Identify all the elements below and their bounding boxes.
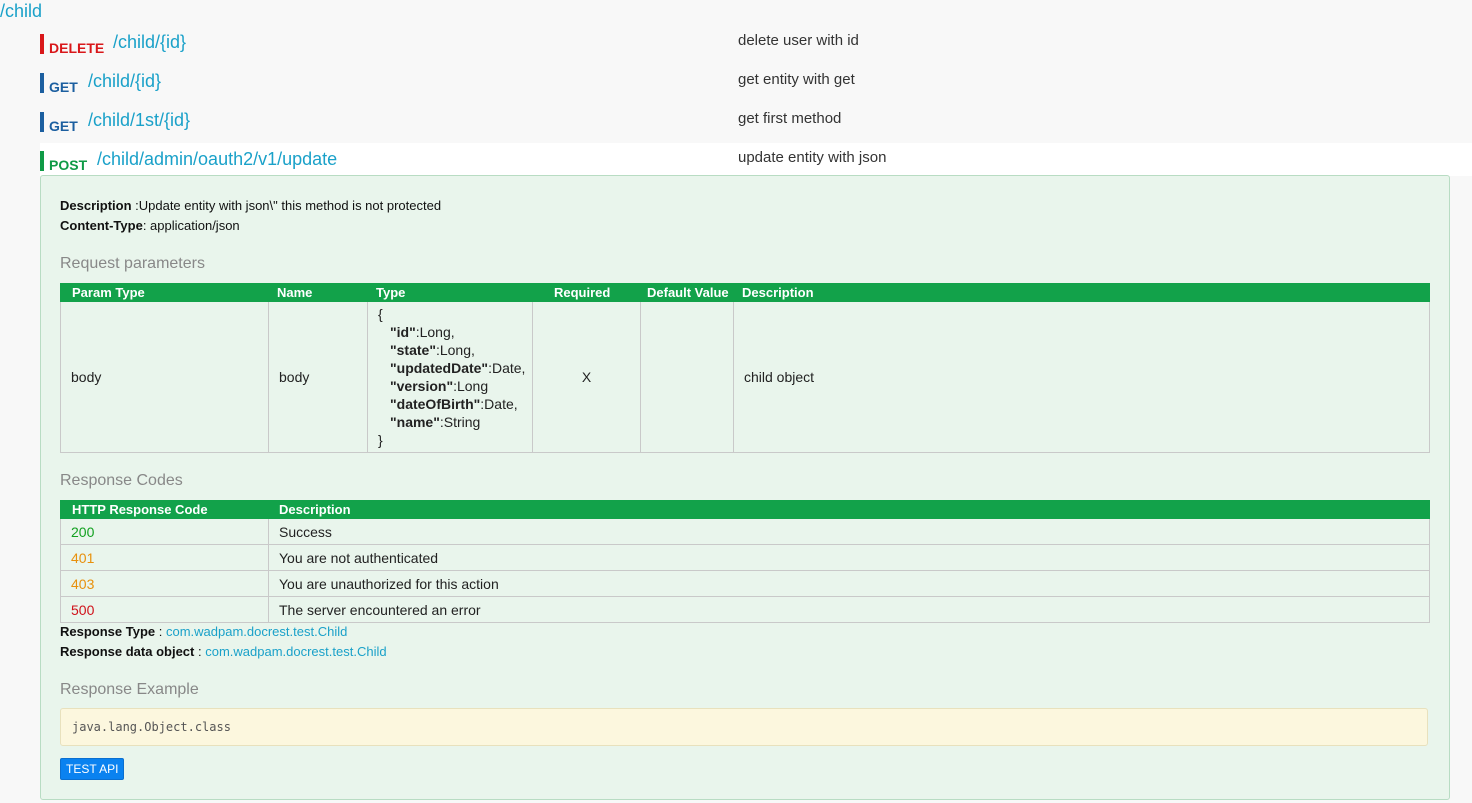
param-type-cell: body [60,301,269,453]
schema-field: "state":Long, [390,342,475,358]
column-header: Description [268,500,1430,519]
response-description: Success [268,518,1430,545]
param-required-cell: X [532,301,641,453]
param-name-cell: body [268,301,368,453]
schema-field: "version":Long [390,378,489,394]
response-description: The server encountered an error [268,596,1430,623]
response-type-link[interactable]: com.wadpam.docrest.test.Child [166,624,347,639]
table-row: body body { "id":Long, "state":Long, "up… [60,301,1430,453]
endpoint-summary: update entity with json [738,149,887,166]
column-header: Description [733,283,1430,302]
table-row: 403 You are unauthorized for this action [60,570,1430,597]
content-type-label: Content-Type [60,218,143,233]
endpoint-details-panel: Description :Update entity with json\" t… [40,175,1450,800]
method-bar [40,151,44,171]
endpoint-summary: get entity with get [738,71,855,88]
schema-open-brace: { [378,306,383,322]
response-example-box: java.lang.Object.class [60,708,1428,746]
method-bar [40,112,44,132]
method-label: GET [49,118,78,134]
endpoint-post-update[interactable]: POST /child/admin/oauth2/v1/update updat… [40,149,1450,175]
response-data-line: Response data object : com.wadpam.docres… [60,644,387,659]
param-type-schema-cell: { "id":Long, "state":Long, "updatedDate"… [367,301,533,453]
response-description: You are unauthorized for this action [268,570,1430,597]
content-type-value: : application/json [142,218,240,233]
response-type-line: Response Type : com.wadpam.docrest.test.… [60,624,348,639]
response-code: 403 [60,570,269,597]
endpoint-summary: get first method [738,110,842,127]
column-header: Type [367,283,533,302]
description-line: Description :Update entity with json\" t… [60,198,441,213]
method-label: POST [49,157,88,173]
response-data-link[interactable]: com.wadpam.docrest.test.Child [205,644,386,659]
column-header: HTTP Response Code [60,500,269,519]
test-api-button[interactable]: TEST API [60,758,125,780]
column-header: Required [532,283,641,302]
endpoint-get-child-id[interactable]: GET /child/{id} get entity with get [40,71,1450,97]
endpoint-get-child-1st-id[interactable]: GET /child/1st/{id} get first method [40,110,1450,136]
request-parameters-title: Request parameters [60,255,205,272]
schema-field: "name":String [390,414,481,430]
response-example-title: Response Example [60,681,199,698]
param-description-cell: child object [733,301,1430,453]
schema-close-brace: } [378,432,383,448]
group-title-link[interactable]: /child [0,1,42,22]
method-label: DELETE [49,40,105,56]
endpoint-path-link[interactable]: /child/{id} [88,71,161,92]
endpoint-delete-child-id[interactable]: DELETE /child/{id} delete user with id [40,32,1450,58]
description-value: :Update entity with json\" this method i… [131,198,442,213]
table-header-row: Param Type Name Type Required Default Va… [60,283,1430,302]
table-row: 200 Success [60,518,1430,545]
method-bar [40,73,44,93]
endpoint-path-link[interactable]: /child/{id} [113,32,186,53]
response-codes-title: Response Codes [60,472,183,489]
method-label: GET [49,79,78,95]
response-code: 500 [60,596,269,623]
schema-field: "updatedDate":Date, [390,360,526,376]
description-label: Description [60,198,132,213]
schema-field: "id":Long, [390,324,455,340]
content-type-line: Content-Type: application/json [60,218,240,233]
endpoint-path-link[interactable]: /child/admin/oauth2/v1/update [97,149,337,170]
response-codes-table: HTTP Response Code Description 200 Succe… [60,500,1430,623]
endpoint-summary: delete user with id [738,32,859,49]
response-type-label: Response Type [60,624,156,639]
request-parameters-table: Param Type Name Type Required Default Va… [60,283,1430,453]
table-header-row: HTTP Response Code Description [60,500,1430,519]
method-bar [40,34,44,54]
column-header: Param Type [60,283,269,302]
column-header: Name [268,283,368,302]
column-header: Default Value [640,283,734,302]
schema-field: "dateOfBirth":Date, [390,396,518,412]
response-data-label: Response data object [60,644,195,659]
response-code: 200 [60,518,269,545]
param-default-cell [640,301,734,453]
table-row: 401 You are not authenticated [60,544,1430,571]
endpoint-path-link[interactable]: /child/1st/{id} [88,110,190,131]
response-description: You are not authenticated [268,544,1430,571]
response-code: 401 [60,544,269,571]
table-row: 500 The server encountered an error [60,596,1430,623]
